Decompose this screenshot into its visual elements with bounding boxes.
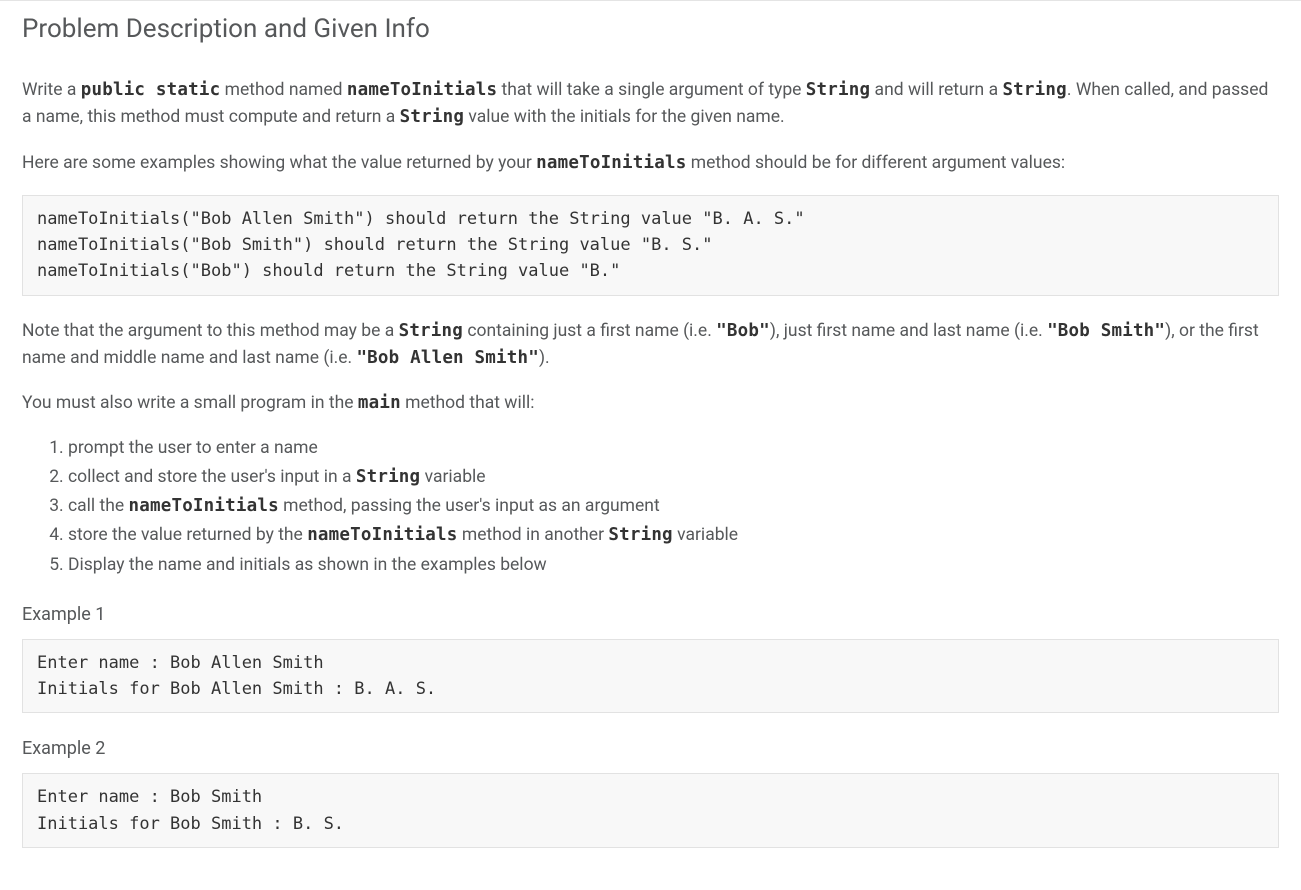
steps-list: prompt the user to enter a name collect … xyxy=(22,435,1279,579)
text: containing just a first name (i.e. xyxy=(463,321,716,341)
text: method that will: xyxy=(401,393,535,413)
code-bob-allen-smith: "Bob Allen Smith" xyxy=(356,348,539,368)
text: ), just first name and last name (i.e. xyxy=(770,321,1047,341)
example-2-label: Example 2 xyxy=(22,735,1279,763)
code-bob-smith: "Bob Smith" xyxy=(1047,321,1165,341)
code-bob: "Bob" xyxy=(716,321,770,341)
text: variable xyxy=(673,525,738,545)
code-string: String xyxy=(806,80,870,100)
step-2: collect and store the user's input in a … xyxy=(68,464,1279,491)
text: Here are some examples showing what the … xyxy=(22,153,536,173)
text: Note that the argument to this method ma… xyxy=(22,321,399,341)
text: You must also write a small program in t… xyxy=(22,393,358,413)
example-1-label: Example 1 xyxy=(22,601,1279,629)
text: method should be for different argument … xyxy=(686,153,1065,173)
example-1-block: Enter name : Bob Allen Smith Initials fo… xyxy=(22,639,1279,714)
code-nametoinitials: nameToInitials xyxy=(347,80,497,100)
code-string: String xyxy=(1002,80,1066,100)
text: variable xyxy=(420,467,485,487)
step-5: Display the name and initials as shown i… xyxy=(68,552,1279,579)
text: that will take a single argument of type xyxy=(497,80,806,100)
main-requirement-paragraph: You must also write a small program in t… xyxy=(22,390,1279,417)
text: method in another xyxy=(458,525,609,545)
text: method, passing the user's input as an a… xyxy=(279,496,660,516)
text: call the xyxy=(68,496,129,516)
intro-paragraph-1: Write a public static method named nameT… xyxy=(22,77,1279,131)
step-1: prompt the user to enter a name xyxy=(68,435,1279,462)
text: and will return a xyxy=(870,80,1002,100)
code-string: String xyxy=(608,525,672,545)
text: Write a xyxy=(22,80,81,100)
note-paragraph: Note that the argument to this method ma… xyxy=(22,318,1279,372)
step-3: call the nameToInitials method, passing … xyxy=(68,493,1279,520)
code-main: main xyxy=(358,393,401,413)
code-nametoinitials: nameToInitials xyxy=(536,153,686,173)
code-nametoinitials: nameToInitials xyxy=(307,525,457,545)
code-string: String xyxy=(399,321,463,341)
text: value with the initials for the given na… xyxy=(464,107,785,127)
intro-paragraph-2: Here are some examples showing what the … xyxy=(22,150,1279,177)
step-4: store the value returned by the nameToIn… xyxy=(68,522,1279,549)
code-string: String xyxy=(400,107,464,127)
code-string: String xyxy=(356,467,420,487)
code-block-examples: nameToInitials("Bob Allen Smith") should… xyxy=(22,195,1279,296)
text: collect and store the user's input in a xyxy=(68,467,356,487)
code-nametoinitials: nameToInitials xyxy=(129,496,279,516)
text: ). xyxy=(539,348,550,368)
text: method named xyxy=(220,80,347,100)
text: store the value returned by the xyxy=(68,525,307,545)
page-title: Problem Description and Given Info xyxy=(22,9,1279,49)
code-public-static: public static xyxy=(81,80,221,100)
example-2-block: Enter name : Bob Smith Initials for Bob … xyxy=(22,773,1279,848)
